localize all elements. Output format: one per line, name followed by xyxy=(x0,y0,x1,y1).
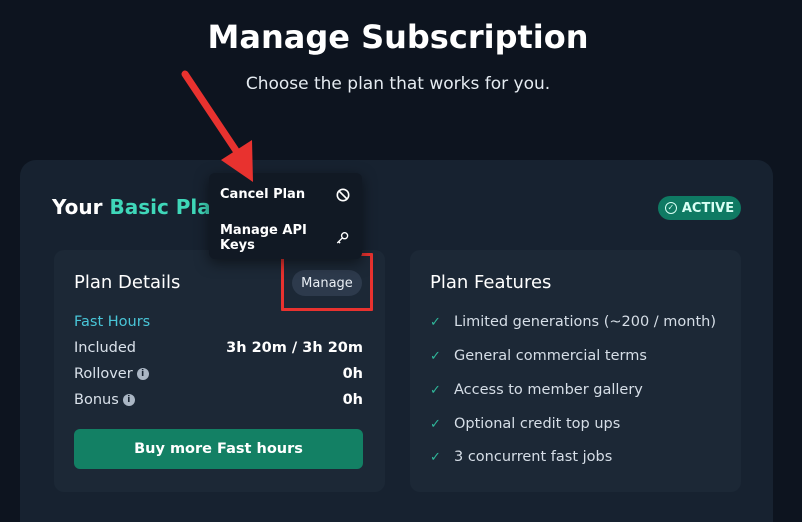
feature-label: 3 concurrent fast jobs xyxy=(454,449,613,465)
feature-item: ✓ Optional credit top ups xyxy=(430,416,620,432)
check-icon: ✓ xyxy=(430,348,441,364)
plan-heading-prefix: Your xyxy=(52,195,110,219)
detail-value: 0h xyxy=(342,366,363,382)
info-icon[interactable]: i xyxy=(122,394,135,406)
menu-item-label: Manage API Keys xyxy=(220,222,307,253)
check-circle-icon: ✓ xyxy=(664,202,677,214)
feature-item: ✓ 3 concurrent fast jobs xyxy=(430,449,612,465)
detail-label-wrap: Bonus i xyxy=(74,392,135,408)
detail-label: Bonus xyxy=(74,392,119,408)
detail-row-included: Included 3h 20m / 3h 20m xyxy=(74,340,363,356)
key-icon xyxy=(337,231,349,244)
feature-label: Optional credit top ups xyxy=(454,416,621,432)
prohibit-icon xyxy=(336,188,350,201)
detail-row-rollover: Rollover i 0h xyxy=(74,366,363,382)
detail-value: 3h 20m / 3h 20m xyxy=(226,340,363,356)
plan-name: Basic Plan xyxy=(109,195,226,219)
check-icon: ✓ xyxy=(430,416,441,432)
fast-hours-label: Fast Hours xyxy=(74,314,151,330)
feature-label: General commercial terms xyxy=(454,348,647,364)
buy-fast-hours-button[interactable]: Buy more Fast hours xyxy=(74,429,363,469)
plan-details-title: Plan Details xyxy=(74,272,181,293)
status-badge-label: ACTIVE xyxy=(681,200,735,216)
plan-heading: Your Basic Plan xyxy=(52,195,225,219)
check-icon: ✓ xyxy=(430,449,441,465)
detail-row-bonus: Bonus i 0h xyxy=(74,392,363,408)
detail-label: Included xyxy=(74,340,136,356)
detail-value: 0h xyxy=(342,392,363,408)
menu-item-cancel-plan[interactable]: Cancel Plan xyxy=(209,173,362,216)
menu-item-label: Cancel Plan xyxy=(220,187,306,202)
menu-item-manage-api-keys[interactable]: Manage API Keys xyxy=(209,216,362,259)
feature-item: ✓ General commercial terms xyxy=(430,348,647,364)
check-icon: ✓ xyxy=(430,314,441,330)
subscription-page: Manage Subscription Choose the plan that… xyxy=(0,0,802,522)
page-title: Manage Subscription xyxy=(207,18,589,56)
status-badge: ✓ ACTIVE xyxy=(658,196,741,220)
feature-label: Access to member gallery xyxy=(454,382,643,398)
plan-features-title: Plan Features xyxy=(430,272,552,293)
manage-highlight-box xyxy=(281,253,373,311)
feature-item: ✓ Access to member gallery xyxy=(430,382,643,398)
feature-item: ✓ Limited generations (~200 / month) xyxy=(430,314,716,330)
manage-dropdown-menu: Cancel Plan Manage API Keys xyxy=(209,173,362,259)
check-icon: ✓ xyxy=(430,382,441,398)
page-subtitle: Choose the plan that works for you. xyxy=(245,74,551,94)
info-icon[interactable]: i xyxy=(136,368,149,380)
feature-label: Limited generations (~200 / month) xyxy=(454,314,717,330)
detail-label-wrap: Rollover i xyxy=(74,366,149,382)
detail-label: Rollover xyxy=(74,366,133,382)
